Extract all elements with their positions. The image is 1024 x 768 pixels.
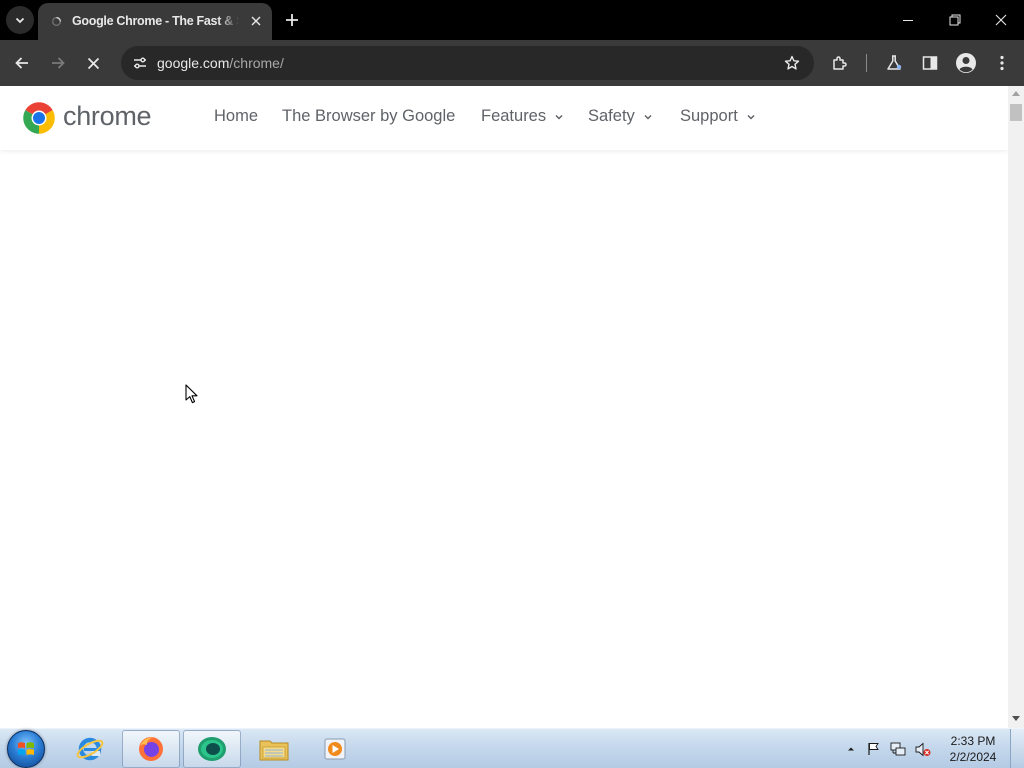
- chevron-down-icon: [15, 17, 25, 24]
- url-domain: google.com: [157, 55, 230, 71]
- close-icon: [87, 57, 99, 69]
- star-icon: [784, 55, 800, 70]
- chevron-down-icon: [554, 112, 564, 122]
- nav-browser-label: The Browser by Google: [282, 107, 456, 125]
- action-center-tray[interactable]: [866, 741, 882, 757]
- taskbar-chrome[interactable]: [183, 730, 241, 768]
- plus-icon: [286, 14, 298, 26]
- minimize-icon: [903, 20, 913, 21]
- chevron-down-icon: [643, 112, 653, 122]
- volume-tray[interactable]: [915, 741, 931, 757]
- taskbar-media-player[interactable]: [306, 730, 364, 768]
- clock-date: 2/2/2024: [949, 750, 997, 764]
- firefox-icon: [139, 737, 163, 761]
- close-icon: [251, 16, 261, 26]
- page-viewport: chrome Home The Browser by Google Featur…: [0, 86, 1024, 728]
- restore-button[interactable]: [932, 0, 978, 40]
- start-button[interactable]: [7, 730, 45, 768]
- scrollbar-thumb[interactable]: [1010, 104, 1022, 121]
- bookmark-button[interactable]: [780, 51, 804, 75]
- restore-icon: [949, 14, 961, 26]
- tune-icon: [134, 57, 146, 69]
- arrow-left-icon: [15, 57, 28, 69]
- address-bar[interactable]: google.com/chrome/: [121, 46, 814, 80]
- flask-icon: [887, 55, 902, 70]
- kebab-menu-icon: [1000, 55, 1004, 71]
- nav-support[interactable]: Support: [680, 107, 756, 126]
- minimize-button[interactable]: [885, 0, 931, 40]
- forward-button: [44, 49, 72, 77]
- chevron-down-icon: [746, 112, 756, 122]
- clock-time: 2:33 PM: [950, 734, 996, 748]
- menu-button[interactable]: [988, 49, 1016, 77]
- toolbar-divider: [866, 54, 867, 72]
- nav-browser-by-google[interactable]: The Browser by Google: [282, 107, 455, 126]
- taskbar-internet-explorer[interactable]: [61, 730, 119, 768]
- nav-safety-label: Safety: [588, 107, 635, 125]
- extensions-button[interactable]: [826, 49, 854, 77]
- nav-home[interactable]: Home: [214, 107, 258, 126]
- nav-safety[interactable]: Safety: [588, 107, 653, 126]
- system-clock[interactable]: 2:33 PM 2/2/2024: [944, 733, 1002, 765]
- network-icon: [890, 742, 906, 755]
- show-desktop-button[interactable]: [1010, 729, 1024, 768]
- close-window-button[interactable]: [978, 0, 1024, 40]
- scroll-up-arrow-icon[interactable]: [1012, 91, 1020, 96]
- puzzle-icon: [833, 56, 847, 70]
- scroll-down-arrow-icon[interactable]: [1012, 716, 1020, 721]
- windows-logo-icon: [18, 742, 34, 755]
- taskbar-file-explorer[interactable]: [245, 730, 303, 768]
- volume-muted-icon: [915, 742, 931, 756]
- side-panel-icon: [922, 56, 938, 70]
- url-text[interactable]: google.com/chrome/: [157, 55, 284, 71]
- tab-strip: Google Chrome - The Fast & Secure Web Br…: [0, 0, 1024, 40]
- logo-text[interactable]: chrome: [63, 101, 152, 132]
- tab-title: Google Chrome - The Fast & Secure Web Br…: [72, 14, 238, 28]
- chrome-icon: [198, 737, 226, 761]
- stop-loading-button[interactable]: [79, 49, 107, 77]
- chrome-logo-icon[interactable]: [21, 100, 57, 136]
- profile-button[interactable]: [952, 49, 980, 77]
- mouse-cursor-icon: [185, 384, 198, 404]
- side-panel-button[interactable]: [916, 49, 944, 77]
- browser-toolbar: google.com/chrome/: [0, 40, 1024, 86]
- back-button[interactable]: [8, 49, 36, 77]
- nav-support-label: Support: [680, 107, 738, 125]
- site-header: chrome Home The Browser by Google Featur…: [0, 86, 1008, 150]
- tab-search-button[interactable]: [6, 6, 34, 34]
- url-path: /chrome/: [229, 55, 284, 71]
- tab-title-fade: [218, 11, 240, 33]
- taskbar: 2:33 PM 2/2/2024: [0, 728, 1024, 768]
- show-hidden-icons-button[interactable]: [843, 741, 859, 757]
- flag-icon: [868, 743, 879, 755]
- nav-home-label: Home: [214, 107, 259, 125]
- loading-spinner-icon: [51, 16, 62, 27]
- nav-features-label: Features: [481, 107, 547, 125]
- vertical-scrollbar[interactable]: [1008, 86, 1024, 728]
- network-tray[interactable]: [890, 741, 906, 757]
- tab-active[interactable]: Google Chrome - The Fast & Secure Web Br…: [38, 3, 272, 40]
- labs-button[interactable]: [880, 49, 908, 77]
- tab-close-button[interactable]: [247, 12, 265, 30]
- file-explorer-icon: [259, 740, 289, 761]
- site-info-button[interactable]: [127, 50, 153, 76]
- new-tab-button[interactable]: [281, 9, 303, 31]
- internet-explorer-icon: [76, 737, 104, 761]
- taskbar-firefox[interactable]: [122, 730, 180, 768]
- arrow-right-icon: [52, 57, 65, 69]
- close-icon: [995, 14, 1007, 26]
- media-player-icon: [324, 738, 346, 760]
- chevron-up-icon: [848, 747, 854, 751]
- nav-features[interactable]: Features: [481, 107, 564, 126]
- avatar-icon: [956, 53, 976, 73]
